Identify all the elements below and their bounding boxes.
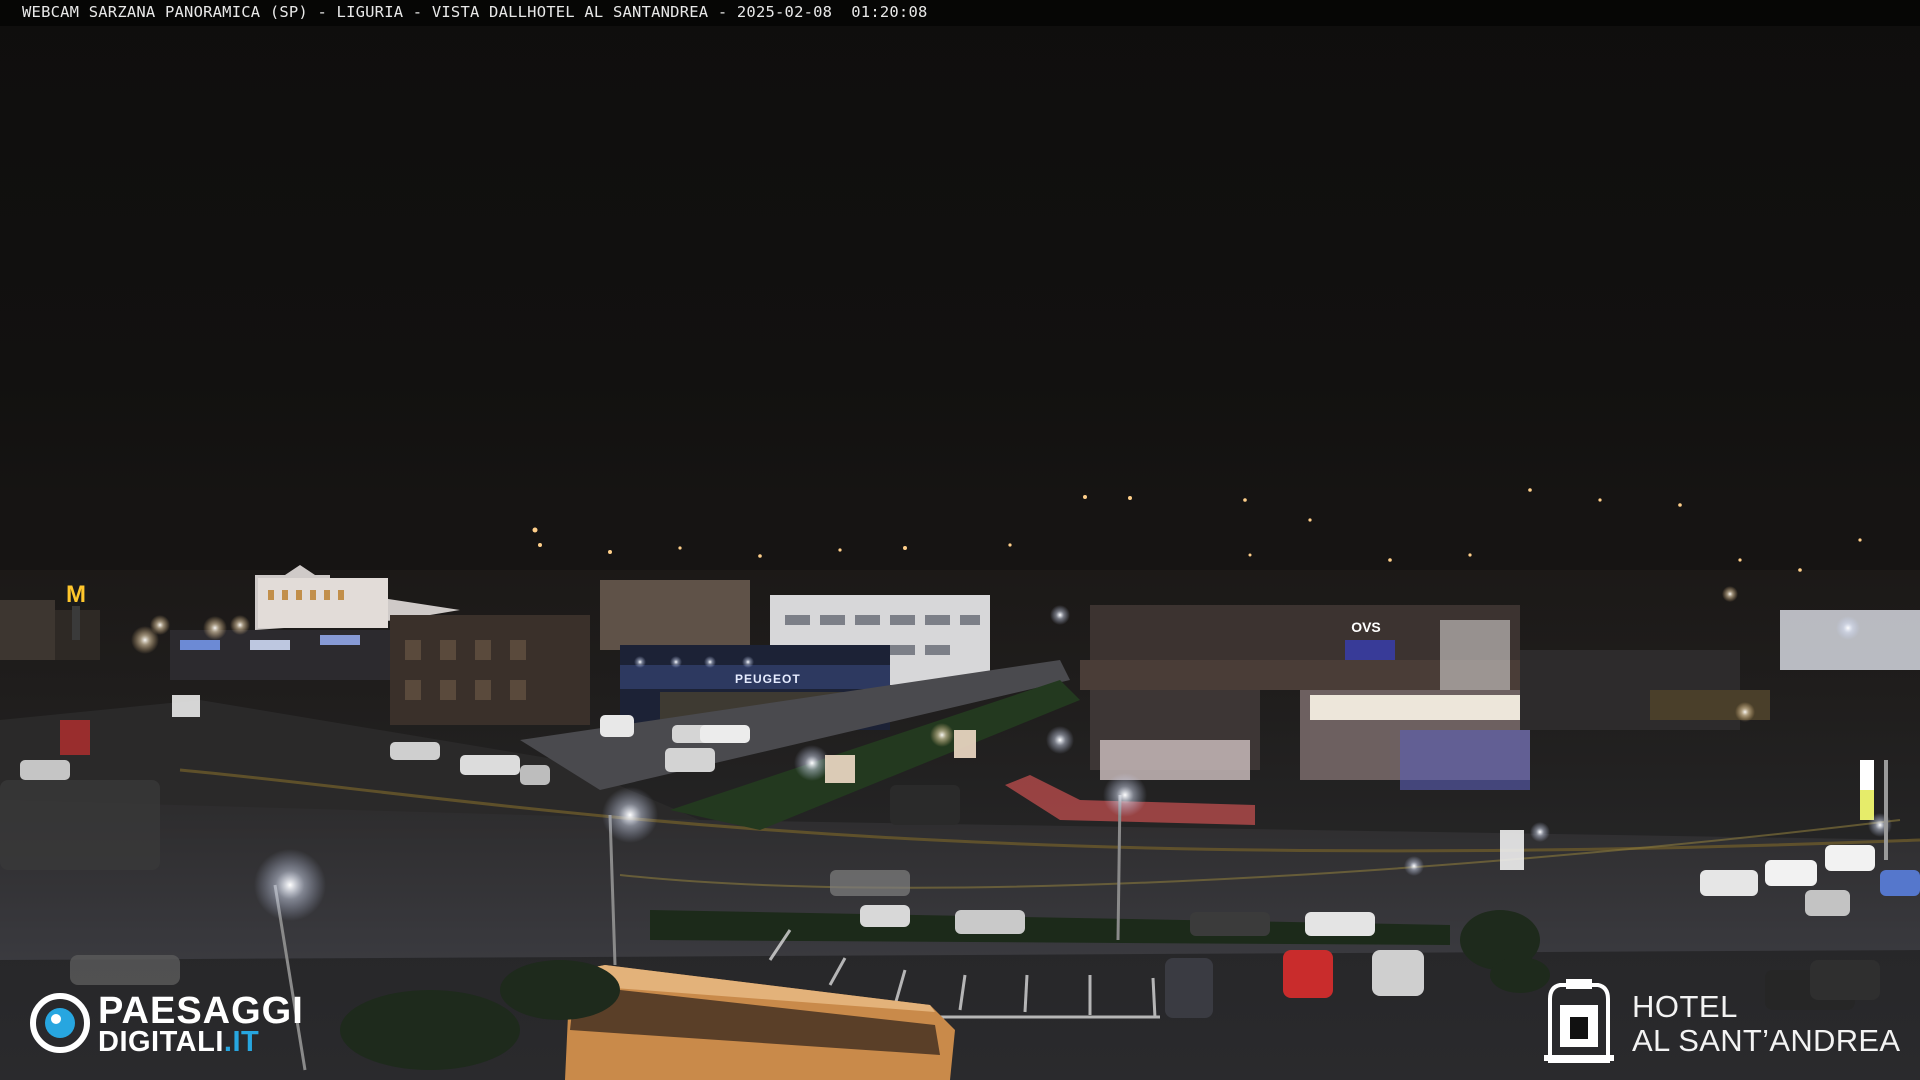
webcam-caption: WEBCAM SARZANA PANORAMICA (SP) - LIGURIA… <box>22 3 928 21</box>
hotel-watermark: HOTEL AL SANT’ANDREA <box>1540 975 1910 1075</box>
caption-bar: WEBCAM SARZANA PANORAMICA (SP) - LIGURIA… <box>0 0 1920 26</box>
webcam-frame: M PEUGEOT OVS WEBCAM SARZANA PANORAMICA … <box>0 0 1920 1080</box>
watermark-left-main: DIGITALI <box>98 1026 224 1058</box>
night-town-scene: M PEUGEOT OVS <box>0 488 1920 1080</box>
eye-logo-icon <box>30 993 90 1053</box>
store-sign: OVS <box>1351 619 1381 635</box>
watermark-right-line2: AL SANT’ANDREA <box>1632 1023 1901 1058</box>
paesaggi-digitali-watermark: PAESAGGI DIGITALI.IT <box>30 990 340 1060</box>
watermark-left-suffix: .IT <box>223 1026 260 1058</box>
hotel-crest-icon <box>1544 979 1614 1063</box>
dealership-sign: PEUGEOT <box>735 672 801 686</box>
tour-bus <box>565 965 955 1080</box>
watermark-right-line1: HOTEL <box>1632 989 1738 1024</box>
watermark-left-line2: DIGITALI.IT <box>98 1026 259 1059</box>
mcdonalds-sign: M <box>66 581 86 608</box>
